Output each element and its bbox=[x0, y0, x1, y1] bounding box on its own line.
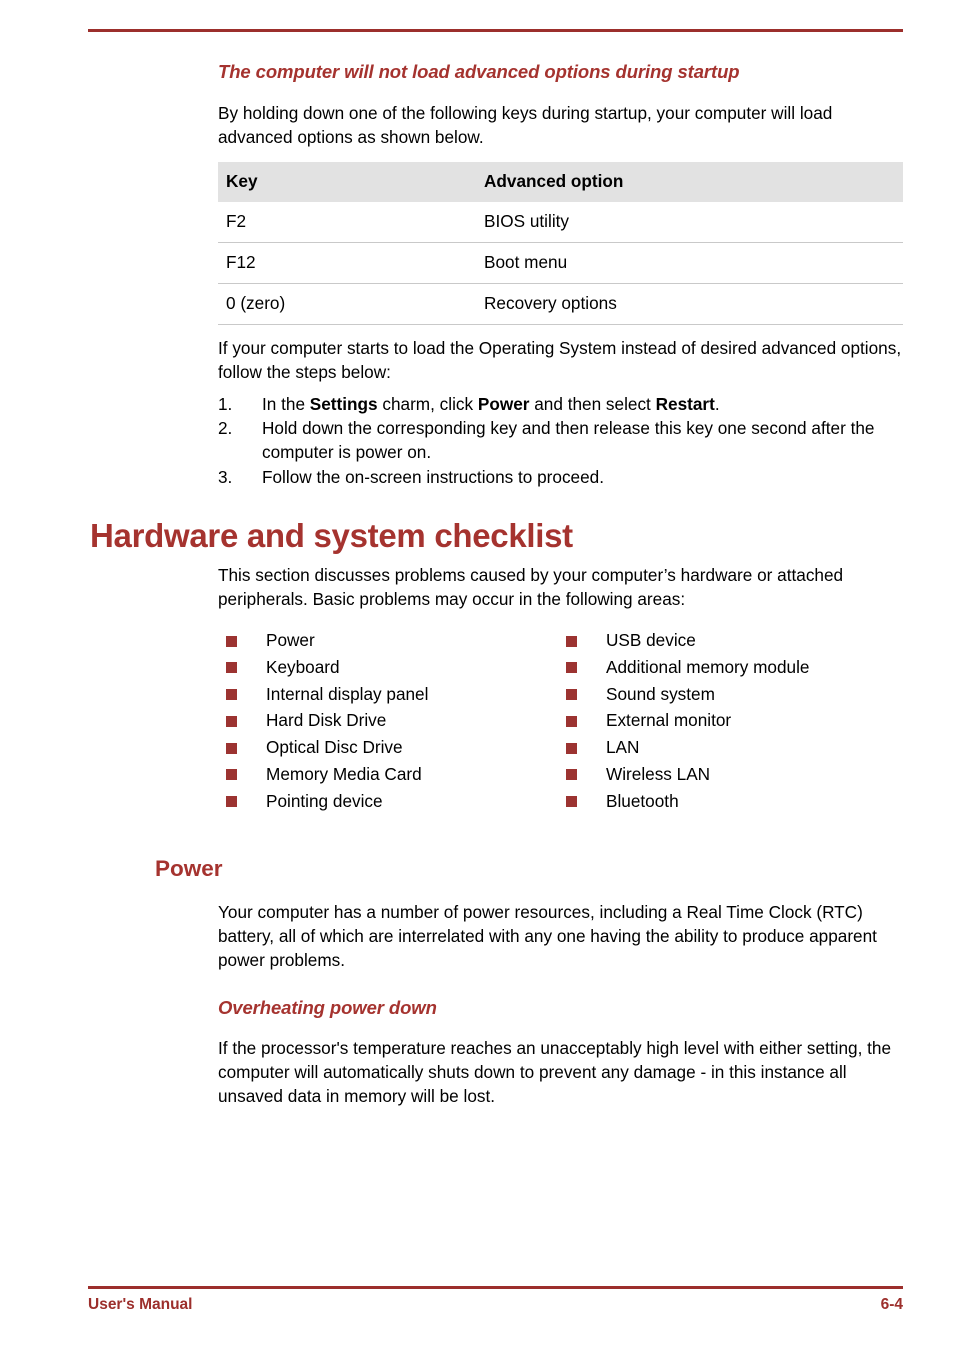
square-bullet-icon bbox=[566, 662, 577, 674]
square-bullet-icon bbox=[226, 742, 237, 754]
section-heading-overheating: Overheating power down bbox=[218, 997, 437, 1018]
square-bullet-icon bbox=[226, 689, 237, 701]
list-item: Bluetooth bbox=[558, 788, 908, 815]
page-title: Hardware and system checklist bbox=[90, 517, 573, 554]
list-item: Hard Disk Drive bbox=[218, 707, 558, 734]
manual-page: The computer will not load advanced opti… bbox=[0, 0, 954, 1345]
footer-page-number: 6-4 bbox=[880, 1296, 903, 1313]
square-bullet-icon bbox=[566, 769, 577, 781]
checklist-label: Memory Media Card bbox=[266, 763, 422, 784]
square-bullet-icon bbox=[226, 635, 237, 647]
list-item: Optical Disc Drive bbox=[218, 734, 558, 761]
advanced-options-table: Key Advanced option F2 BIOS utility F12 … bbox=[218, 162, 903, 325]
checklist-column-left: Power Keyboard Internal display panel Ha… bbox=[218, 627, 558, 815]
table-header-option: Advanced option bbox=[476, 162, 903, 202]
checklist-label: Hard Disk Drive bbox=[266, 710, 387, 731]
square-bullet-icon bbox=[226, 662, 237, 674]
checklist-label: USB device bbox=[606, 630, 696, 650]
table-cell-option: Recovery options bbox=[476, 283, 903, 325]
checklist-label: Optical Disc Drive bbox=[266, 737, 403, 758]
list-item: Pointing device bbox=[218, 788, 558, 815]
section-heading-startup: The computer will not load advanced opti… bbox=[218, 61, 740, 82]
list-item: Additional memory module bbox=[558, 654, 908, 681]
checklist-label: Wireless LAN bbox=[606, 763, 711, 784]
list-item: USB device bbox=[558, 627, 908, 654]
square-bullet-icon bbox=[566, 742, 577, 754]
overheating-heading-block: Overheating power down bbox=[218, 996, 903, 1020]
list-item: 1. In the Settings charm, click Power an… bbox=[218, 392, 903, 416]
square-bullet-icon bbox=[566, 715, 577, 727]
power-paragraph: Your computer has a number of power reso… bbox=[218, 902, 877, 971]
square-bullet-icon bbox=[566, 635, 577, 647]
steps-list: 1. In the Settings charm, click Power an… bbox=[218, 392, 903, 489]
checklist-label: LAN bbox=[606, 737, 640, 758]
after-table-paragraph: If your computer starts to load the Oper… bbox=[218, 338, 902, 383]
square-bullet-icon bbox=[566, 796, 577, 808]
table-header-key: Key bbox=[218, 162, 476, 202]
checklist-label: Sound system bbox=[606, 683, 715, 704]
square-bullet-icon bbox=[226, 769, 237, 781]
table-cell-key: F2 bbox=[218, 202, 476, 243]
step-text: In the Settings charm, click Power and t… bbox=[262, 394, 720, 414]
list-item: Power bbox=[218, 627, 558, 654]
after-table-paragraph-block: If your computer starts to load the Oper… bbox=[218, 336, 903, 384]
table-cell-key: 0 (zero) bbox=[218, 283, 476, 325]
chapter-paragraph: This section discusses problems caused b… bbox=[218, 565, 844, 610]
table-cell-option: BIOS utility bbox=[476, 202, 903, 243]
intro-paragraph: By holding down one of the following key… bbox=[218, 103, 833, 148]
table-cell-option: Boot menu bbox=[476, 242, 903, 284]
checklist-label: Bluetooth bbox=[606, 790, 679, 811]
list-item: 3. Follow the on-screen instructions to … bbox=[218, 465, 903, 489]
page-footer: User's Manual 6-4 bbox=[88, 1296, 903, 1320]
section-heading-power: Power bbox=[155, 856, 223, 881]
list-item: Keyboard bbox=[218, 654, 558, 681]
advanced-options-table-block: Key Advanced option F2 BIOS utility F12 … bbox=[218, 162, 903, 325]
list-item: Internal display panel bbox=[218, 681, 558, 708]
table-row: F2 BIOS utility bbox=[218, 202, 903, 243]
section-heading-startup-block: The computer will not load advanced opti… bbox=[218, 60, 903, 84]
step-text: Follow the on-screen instructions to pro… bbox=[262, 466, 605, 487]
list-item: 2. Hold down the corresponding key and t… bbox=[218, 416, 903, 464]
step-number: 3. bbox=[218, 466, 233, 487]
intro-paragraph-block: By holding down one of the following key… bbox=[218, 101, 903, 149]
checklist-label: Pointing device bbox=[266, 790, 383, 811]
table-header-row: Key Advanced option bbox=[218, 162, 903, 202]
list-item: Sound system bbox=[558, 681, 908, 708]
footer-manual-label: User's Manual bbox=[88, 1296, 193, 1313]
step-number: 1. bbox=[218, 394, 233, 414]
square-bullet-icon bbox=[226, 715, 237, 727]
step-text: Hold down the corresponding key and then… bbox=[262, 418, 875, 463]
list-item: LAN bbox=[558, 734, 908, 761]
checklist-label: Keyboard bbox=[266, 656, 340, 677]
square-bullet-icon bbox=[226, 796, 237, 808]
checklist-label: Internal display panel bbox=[266, 683, 429, 704]
checklist-label: Power bbox=[266, 630, 315, 650]
list-item: Memory Media Card bbox=[218, 761, 558, 788]
checklist-column-right: USB device Additional memory module Soun… bbox=[558, 627, 908, 815]
table-row: F12 Boot menu bbox=[218, 242, 903, 284]
checklist-label: Additional memory module bbox=[606, 656, 810, 677]
checklist-label: External monitor bbox=[606, 710, 732, 731]
list-item: Wireless LAN bbox=[558, 761, 908, 788]
table-row: 0 (zero) Recovery options bbox=[218, 283, 903, 325]
chapter-paragraph-block: This section discusses problems caused b… bbox=[218, 563, 903, 611]
footer-rule bbox=[88, 1286, 903, 1289]
table-cell-key: F12 bbox=[218, 242, 476, 284]
power-paragraph-block: Your computer has a number of power reso… bbox=[218, 900, 903, 973]
steps-block: 1. In the Settings charm, click Power an… bbox=[218, 392, 903, 489]
overheating-paragraph-block: If the processor's temperature reaches a… bbox=[218, 1036, 903, 1109]
square-bullet-icon bbox=[566, 689, 577, 701]
list-item: External monitor bbox=[558, 707, 908, 734]
step-number: 2. bbox=[218, 418, 233, 439]
overheating-paragraph: If the processor's temperature reaches a… bbox=[218, 1038, 892, 1107]
header-rule bbox=[88, 29, 903, 32]
